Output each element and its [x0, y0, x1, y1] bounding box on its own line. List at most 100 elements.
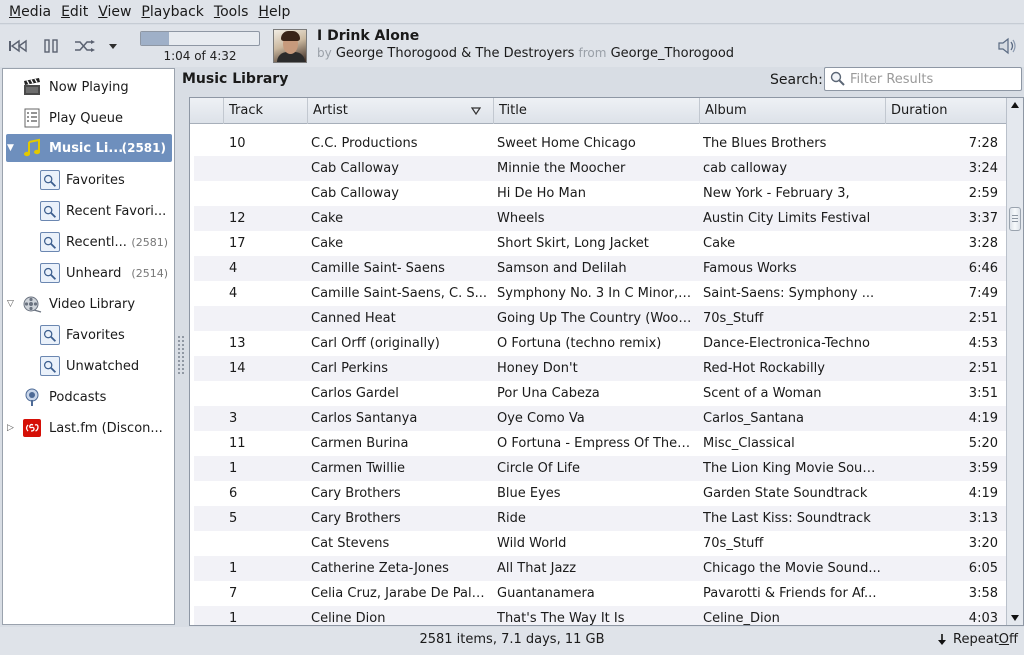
cell-artist: C.C. Productions — [311, 136, 418, 151]
sidebar-item-video-library[interactable]: ▽ Video Library — [3, 290, 174, 318]
sidebar-item-recent-favorites[interactable]: Recent Favori... — [3, 197, 174, 225]
table-row[interactable]: 17 Cake Short Skirt, Long Jacket Cake 3:28 — [194, 231, 1006, 256]
cell-artist: Carmen Burina — [311, 436, 409, 451]
menu-tools[interactable]: Tools — [209, 0, 254, 24]
cell-artist: Celia Cruz, Jarabe De Palo... — [311, 586, 487, 601]
cell-track: 1 — [229, 461, 238, 476]
cell-track: 5 — [229, 511, 238, 526]
search-field[interactable] — [824, 67, 1022, 91]
sidebar-item-unwatched[interactable]: Unwatched — [3, 352, 174, 380]
arrow-down-icon — [938, 633, 947, 645]
cell-album: 70s_Stuff — [703, 311, 764, 326]
table-row[interactable]: Cat Stevens Wild World 70s_Stuff 3:20 — [194, 531, 1006, 556]
column-header-status[interactable] — [190, 98, 223, 124]
menu-help[interactable]: Help — [253, 0, 295, 24]
cell-album: Cake — [703, 236, 736, 251]
cell-title: Going Up The Country (Wood... — [497, 311, 693, 326]
expander-open-icon[interactable]: ▽ — [7, 299, 17, 309]
cell-track: 17 — [229, 236, 246, 251]
seek-slider[interactable] — [140, 31, 260, 46]
cell-title: Circle Of Life — [497, 461, 581, 476]
sidebar-item-podcasts[interactable]: Podcasts — [3, 383, 174, 411]
cell-title: Ride — [497, 511, 526, 526]
repeat-button[interactable]: Repeat Off — [937, 632, 1018, 647]
cell-artist: Carl Orff (originally) — [311, 336, 440, 351]
track-list: Track Artist Title Album Duration 10 C.C.… — [189, 97, 1024, 626]
table-row[interactable]: Cab Calloway Minnie the Moocher cab callow… — [194, 156, 1006, 181]
table-row[interactable]: Canned Heat Going Up The Country (Wood...… — [194, 306, 1006, 331]
vertical-scrollbar[interactable] — [1006, 98, 1023, 625]
scroll-up-button[interactable] — [1007, 98, 1023, 112]
table-header: Track Artist Title Album Duration — [190, 98, 1006, 124]
scroll-down-button[interactable] — [1007, 611, 1023, 625]
sidebar-item-unheard[interactable]: Unheard (2514) — [3, 259, 174, 287]
previous-button[interactable] — [6, 35, 30, 57]
table-row[interactable]: 11 Carmen Burina O Fortuna - Empress Of Th… — [194, 431, 1006, 456]
sidebar-item-now-playing[interactable]: Now Playing — [3, 73, 174, 101]
album-art[interactable] — [273, 29, 307, 63]
table-row[interactable]: 1 Catherine Zeta-Jones All That Jazz Chicag… — [194, 556, 1006, 581]
expander-closed-icon[interactable]: ▷ — [7, 423, 17, 433]
cell-album: Scent of a Woman — [703, 386, 822, 401]
sidebar-item-recently-added[interactable]: Recentl... (2581) — [3, 228, 174, 256]
cell-title: Minnie the Moocher — [497, 161, 626, 176]
column-header-title[interactable]: Title — [493, 98, 699, 124]
volume-button[interactable] — [996, 35, 1018, 57]
table-row[interactable]: 3 Carlos Santanya Oye Como Va Carlos_Santan… — [194, 406, 1006, 431]
pause-button[interactable] — [39, 35, 63, 57]
cell-title: Guantanamera — [497, 586, 595, 601]
page-title: Music Library — [182, 71, 289, 87]
cell-album: Chicago the Movie Sound... — [703, 561, 881, 576]
sidebar-item-lastfm[interactable]: ▷ Last.fm (Discon... — [3, 414, 174, 442]
cell-duration: 7:28 — [968, 136, 998, 151]
chevron-down-icon — [109, 44, 117, 49]
table-row[interactable]: 7 Celia Cruz, Jarabe De Palo... Guantaname… — [194, 581, 1006, 606]
cell-title: Symphony No. 3 In C Minor, ... — [497, 286, 693, 301]
cell-title: Oye Como Va — [497, 411, 585, 426]
table-row[interactable]: 10 C.C. Productions Sweet Home Chicago The … — [194, 131, 1006, 156]
menu-playback[interactable]: Playback — [136, 0, 208, 24]
cell-album: Saint-Saens: Symphony ... — [703, 286, 875, 301]
menu-view[interactable]: View — [93, 0, 136, 24]
table-row[interactable]: 5 Cary Brothers Ride The Last Kiss: Soundtr… — [194, 506, 1006, 531]
smart-playlist-icon — [40, 201, 60, 221]
search-icon[interactable] — [828, 69, 848, 89]
table-row[interactable]: 4 Camille Saint-Saens, C. S... Symphony No… — [194, 281, 1006, 306]
table-row[interactable]: Cab Calloway Hi De Ho Man New York - Febru… — [194, 181, 1006, 206]
lastfm-icon — [23, 419, 41, 437]
pause-icon — [44, 39, 58, 53]
column-header-duration[interactable]: Duration — [885, 98, 1006, 124]
search-input[interactable] — [850, 71, 1020, 87]
table-row[interactable]: Carlos Gardel Por Una Cabeza Scent of a Wo… — [194, 381, 1006, 406]
column-header-artist[interactable]: Artist — [307, 98, 493, 124]
table-row[interactable]: 6 Cary Brothers Blue Eyes Garden State Soun… — [194, 481, 1006, 506]
cell-album: New York - February 3, — [703, 186, 850, 201]
arrow-down-icon — [1011, 615, 1019, 621]
column-header-album[interactable]: Album — [699, 98, 885, 124]
column-header-track[interactable]: Track — [223, 98, 307, 124]
table-row[interactable]: 1 Carmen Twillie Circle Of Life The Lion Ki… — [194, 456, 1006, 481]
sidebar-item-video-favorites[interactable]: Favorites — [3, 321, 174, 349]
menu-edit[interactable]: Edit — [56, 0, 93, 24]
cell-album: Carlos_Santana — [703, 411, 804, 426]
table-row[interactable]: 13 Carl Orff (originally) O Fortuna (techn… — [194, 331, 1006, 356]
track-artist: George Thorogood & The Destroyers — [335, 46, 575, 61]
cell-title: Hi De Ho Man — [497, 186, 586, 201]
cell-track: 7 — [229, 586, 238, 601]
shuffle-button[interactable] — [73, 35, 97, 57]
from-label: from — [578, 46, 607, 60]
table-row[interactable]: 4 Camille Saint- Saens Samson and Delilah F… — [194, 256, 1006, 281]
cell-artist: Cary Brothers — [311, 486, 401, 501]
sidebar-item-favorites[interactable]: Favorites — [3, 166, 174, 194]
shuffle-dropdown-button[interactable] — [103, 35, 123, 57]
table-row[interactable]: 12 Cake Wheels Austin City Limits Festival 3… — [194, 206, 1006, 231]
pane-splitter-grip[interactable] — [177, 335, 185, 375]
sidebar-item-music-library[interactable]: ▼ Music Li... (2581) — [6, 134, 172, 162]
expander-open-icon[interactable]: ▼ — [7, 143, 17, 153]
table-row[interactable]: 14 Carl Perkins Honey Don't Red-Hot Rockabi… — [194, 356, 1006, 381]
menu-media[interactable]: Media — [4, 0, 56, 24]
sidebar-item-play-queue[interactable]: Play Queue — [3, 104, 174, 132]
scrollbar-thumb[interactable] — [1009, 207, 1021, 231]
cell-duration: 3:13 — [968, 511, 998, 526]
table-row[interactable]: 1 Celine Dion That's The Way It Is Celine_D… — [194, 606, 1006, 625]
